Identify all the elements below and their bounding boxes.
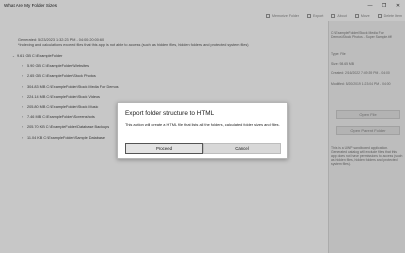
- cancel-button[interactable]: Cancel: [203, 143, 281, 154]
- export-dialog: Export folder structure to HTML This act…: [117, 102, 288, 159]
- dialog-title: Export folder structure to HTML: [125, 110, 215, 117]
- dialog-message: This action will create a HTML file that…: [125, 122, 280, 127]
- proceed-button[interactable]: Proceed: [125, 143, 203, 154]
